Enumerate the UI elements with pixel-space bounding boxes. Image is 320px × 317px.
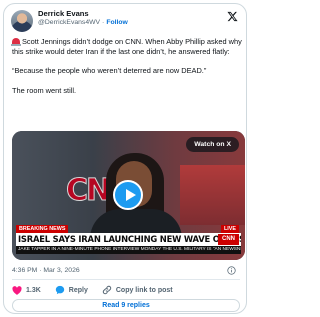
tweet-line-3: The room went still. <box>12 85 77 95</box>
reply-label: Reply <box>68 286 88 294</box>
x-logo-icon[interactable] <box>227 11 238 22</box>
tweet-line-1: Scott Jennings didn’t dodge on CNN. When… <box>12 37 242 56</box>
news-ticker: JAKE TAPPER IN A NINE-MINUTE PHONE INTER… <box>16 246 241 254</box>
video-player[interactable]: CNN Watch on X BREAKING NEWS LIVE ISRAEL… <box>12 131 245 260</box>
follow-button[interactable]: Follow <box>106 19 128 26</box>
tweet-line-2: “Because the people who weren’t deterred… <box>12 66 207 76</box>
watch-on-x-button[interactable]: Watch on X <box>186 137 239 152</box>
action-bar: 1.3K Reply Copy link to post <box>12 284 187 296</box>
siren-icon <box>11 38 21 46</box>
avatar[interactable] <box>11 10 33 32</box>
studio-screen <box>180 165 245 225</box>
heart-icon <box>12 285 22 295</box>
reply-button[interactable]: Reply <box>55 285 88 295</box>
timestamp[interactable]: 4:36 PM · Mar 3, 2026 <box>12 267 80 274</box>
reply-icon <box>55 285 64 295</box>
divider <box>12 279 240 280</box>
info-icon[interactable] <box>227 266 236 275</box>
separator-dot: · <box>102 19 105 26</box>
copy-link-label: Copy link to post <box>115 286 173 294</box>
copy-link-button[interactable]: Copy link to post <box>102 285 173 295</box>
author-handle[interactable]: @DerrickEvans4WV <box>38 19 100 26</box>
chyron-headline: ISRAEL SAYS IRAN LAUNCHING NEW WAVE OF M… <box>16 233 241 246</box>
like-button[interactable]: 1.3K <box>12 285 41 295</box>
tweet-card: Derrick Evans @DerrickEvans4WV · Follow Sc… <box>3 3 247 314</box>
play-icon[interactable] <box>113 180 143 210</box>
author-name[interactable]: Derrick Evans <box>38 9 89 18</box>
like-count: 1.3K <box>26 286 41 294</box>
tweet-text: Scott Jennings didn’t dodge on CNN. When… <box>11 37 244 95</box>
author-subline: @DerrickEvans4WV · Follow <box>38 19 128 26</box>
read-replies-button[interactable]: Read 9 replies <box>12 299 240 312</box>
link-icon <box>102 285 112 295</box>
breaking-news-label: BREAKING NEWS <box>16 225 69 233</box>
live-badge: LIVE <box>221 225 239 233</box>
cnn-bug: CNN <box>218 234 239 245</box>
